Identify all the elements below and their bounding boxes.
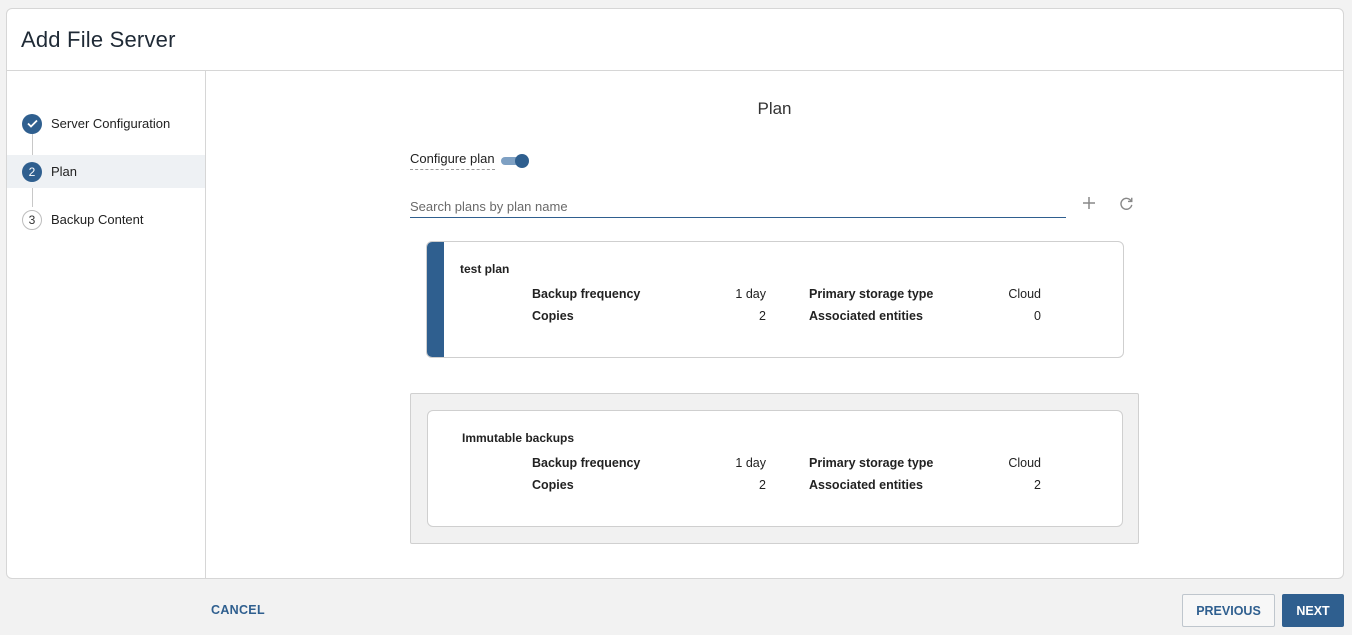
step-backup-content[interactable]: 3 Backup Content bbox=[7, 203, 205, 236]
plus-icon[interactable] bbox=[1079, 193, 1099, 213]
plan-row: Copies 2 Associated entities 0 bbox=[532, 309, 1041, 325]
associated-entities-value: 2 bbox=[1034, 478, 1041, 492]
dialog-header: Add File Server bbox=[7, 9, 1343, 71]
toggle-knob bbox=[514, 153, 529, 168]
configure-plan-toggle[interactable] bbox=[500, 153, 529, 168]
configure-plan-label: Configure plan bbox=[410, 151, 495, 170]
next-button[interactable]: NEXT bbox=[1282, 594, 1344, 627]
wizard-stepper: Server Configuration 2 Plan 3 Backup Con… bbox=[7, 71, 206, 578]
plan-name: Immutable backups bbox=[462, 431, 575, 445]
associated-entities-label: Associated entities bbox=[809, 309, 923, 323]
previous-button[interactable]: PREVIOUS bbox=[1182, 594, 1275, 627]
associated-entities-value: 0 bbox=[1034, 309, 1041, 323]
plan-row: Backup frequency 1 day Primary storage t… bbox=[532, 287, 1041, 303]
plan-row: Copies 2 Associated entities 2 bbox=[532, 478, 1041, 494]
cancel-button[interactable]: CANCEL bbox=[211, 603, 265, 617]
primary-storage-type-label: Primary storage type bbox=[809, 456, 934, 470]
step-label: Server Configuration bbox=[51, 116, 171, 131]
dialog-title: Add File Server bbox=[21, 26, 176, 52]
plan-search-field bbox=[410, 196, 1066, 218]
add-file-server-dialog: Add File Server Server Configuration 2 P… bbox=[6, 8, 1344, 579]
primary-storage-type-value: Cloud bbox=[1008, 456, 1041, 470]
plan-card-immutable-backups[interactable]: Immutable backups Backup frequency 1 day… bbox=[427, 410, 1123, 527]
check-icon bbox=[22, 113, 42, 134]
plan-name: test plan bbox=[460, 262, 510, 276]
plan-search-input[interactable] bbox=[410, 196, 1066, 216]
selected-indicator bbox=[427, 242, 444, 357]
copies-value: 2 bbox=[759, 478, 766, 492]
copies-label: Copies bbox=[532, 478, 574, 492]
step-server-configuration[interactable]: Server Configuration bbox=[7, 107, 205, 140]
plan-card-hover-frame: Immutable backups Backup frequency 1 day… bbox=[410, 393, 1139, 544]
refresh-icon[interactable] bbox=[1116, 193, 1136, 213]
step-number: 3 bbox=[22, 209, 42, 230]
step-label: Backup Content bbox=[51, 212, 144, 227]
section-title: Plan bbox=[757, 99, 792, 118]
backup-frequency-label: Backup frequency bbox=[532, 287, 641, 301]
associated-entities-label: Associated entities bbox=[809, 478, 923, 492]
plan-card-test-plan[interactable]: test plan Backup frequency 1 day Primary… bbox=[426, 241, 1124, 358]
primary-storage-type-value: Cloud bbox=[1008, 287, 1041, 301]
step-label: Plan bbox=[51, 164, 78, 179]
plan-row: Backup frequency 1 day Primary storage t… bbox=[532, 456, 1041, 472]
primary-storage-type-label: Primary storage type bbox=[809, 287, 934, 301]
backup-frequency-value: 1 day bbox=[735, 287, 766, 301]
backup-frequency-label: Backup frequency bbox=[532, 456, 641, 470]
backup-frequency-value: 1 day bbox=[735, 456, 766, 470]
step-plan[interactable]: 2 Plan bbox=[7, 155, 205, 188]
step-number: 2 bbox=[22, 161, 42, 182]
plan-step-content: Plan Configure plan test plan Backup fre… bbox=[206, 71, 1343, 578]
copies-label: Copies bbox=[532, 309, 574, 323]
copies-value: 2 bbox=[759, 309, 766, 323]
configure-plan-row: Configure plan bbox=[410, 151, 529, 170]
